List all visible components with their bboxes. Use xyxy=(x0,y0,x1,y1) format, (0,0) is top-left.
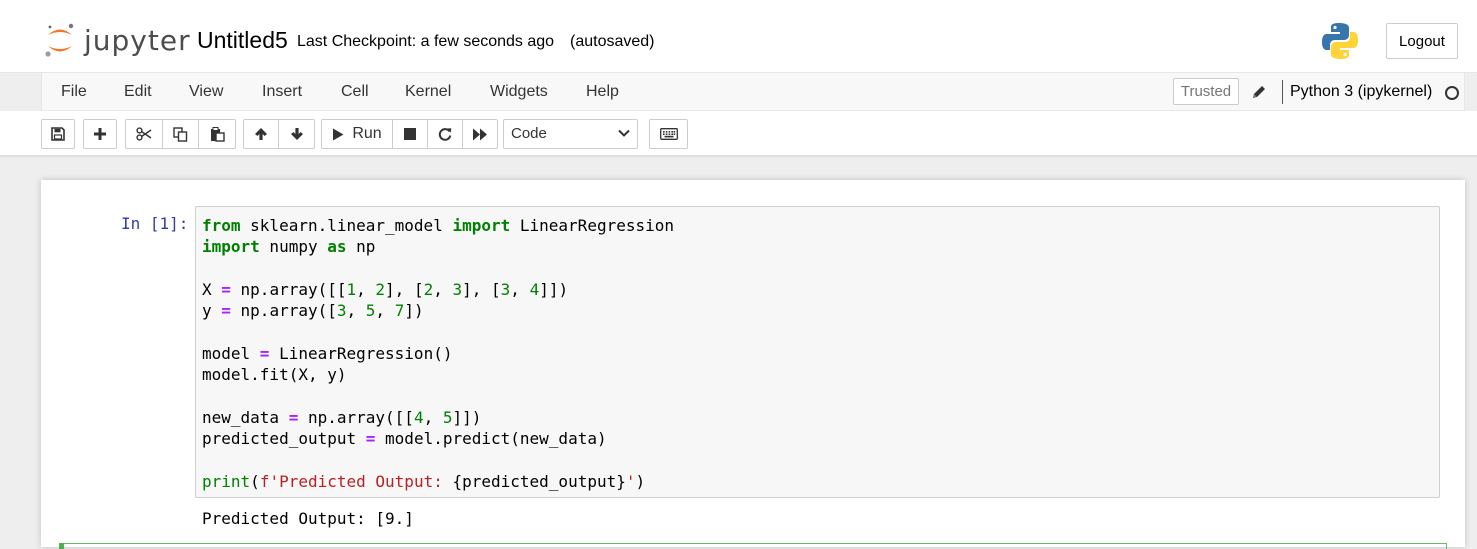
checkpoint-status: Last Checkpoint: a few seconds ago xyxy=(297,33,555,50)
code-line-5: y = np.array([3, 5, 7]) xyxy=(202,301,424,321)
notebook-name[interactable]: Untitled5 xyxy=(197,27,288,54)
header: jupyter Untitled5 Last Checkpoint: a few… xyxy=(0,0,1477,73)
code-line-2: import numpy as np xyxy=(202,237,376,257)
menu-edit[interactable]: Edit xyxy=(124,83,152,101)
cell-type-value: Code xyxy=(511,125,547,142)
stop-icon xyxy=(404,128,416,140)
chevron-down-icon xyxy=(618,129,630,137)
restart-icon xyxy=(438,128,452,141)
command-palette-button[interactable] xyxy=(649,119,688,149)
cell-type-select[interactable]: Code xyxy=(503,119,638,149)
fast-forward-icon xyxy=(473,128,487,140)
code-editor[interactable]: from sklearn.linear_model import LinearR… xyxy=(202,215,674,492)
header-shadow xyxy=(0,155,1477,158)
move-up-button[interactable] xyxy=(243,119,279,149)
move-down-button[interactable] xyxy=(278,119,315,149)
input-prompt: In [1]: xyxy=(121,214,189,233)
code-line-13: print(f'Predicted Output: {predicted_out… xyxy=(202,471,646,491)
copy-button[interactable] xyxy=(162,119,199,149)
code-line-10: new_data = np.array([[4, 5]]) xyxy=(202,407,482,427)
code-line-8: model.fit(X, y) xyxy=(202,365,347,385)
next-code-cell[interactable] xyxy=(59,543,1447,549)
menu-view[interactable]: View xyxy=(189,83,223,101)
jupyter-logo[interactable]: jupyter xyxy=(44,22,190,62)
cell-output: Predicted Output: [9.] xyxy=(202,509,414,528)
paste-icon xyxy=(210,126,225,142)
code-line-11: predicted_output = model.predict(new_dat… xyxy=(202,428,607,448)
menu-file[interactable]: File xyxy=(61,83,87,101)
code-line-1: from sklearn.linear_model import LinearR… xyxy=(202,216,675,235)
menubar: File Edit View Insert Cell Kernel Widget… xyxy=(41,72,1465,111)
code-line-7: model = LinearRegression() xyxy=(202,343,453,363)
menu-widgets[interactable]: Widgets xyxy=(490,83,548,101)
python-logo-icon xyxy=(1322,23,1358,59)
interrupt-button[interactable] xyxy=(392,119,428,149)
kernel-separator xyxy=(1282,80,1283,104)
logout-button[interactable]: Logout xyxy=(1386,23,1458,59)
menu-help[interactable]: Help xyxy=(586,83,619,101)
trusted-indicator[interactable]: Trusted xyxy=(1173,78,1239,105)
paste-button[interactable] xyxy=(198,119,236,149)
play-icon xyxy=(333,128,344,140)
arrow-down-icon xyxy=(290,128,303,140)
cut-button[interactable] xyxy=(125,119,163,149)
autosave-status: (autosaved) xyxy=(570,33,655,50)
plus-icon xyxy=(94,128,106,140)
kernel-name: Python 3 (ipykernel) xyxy=(1290,83,1433,100)
pencil-icon[interactable] xyxy=(1251,84,1267,100)
logo-text: jupyter xyxy=(84,24,191,57)
run-label: Run xyxy=(352,125,382,142)
menu-insert[interactable]: Insert xyxy=(262,83,302,101)
code-cell-input[interactable]: from sklearn.linear_model import LinearR… xyxy=(195,206,1440,498)
scissors-icon xyxy=(136,127,152,141)
menu-kernel[interactable]: Kernel xyxy=(405,83,451,101)
menu-cell[interactable]: Cell xyxy=(341,83,369,101)
keyboard-icon xyxy=(659,128,678,140)
restart-button[interactable] xyxy=(427,119,463,149)
notebook-container: In [1]: from sklearn.linear_model import… xyxy=(41,180,1465,549)
copy-icon xyxy=(173,126,188,142)
save-button[interactable] xyxy=(41,119,75,149)
kernel-status-icon xyxy=(1445,86,1459,100)
code-line-4: X = np.array([[1, 2], [2, 3], [3, 4]]) xyxy=(202,279,569,299)
restart-run-all-button[interactable] xyxy=(462,119,498,149)
arrow-up-icon xyxy=(255,128,267,140)
jupyter-logo-icon xyxy=(45,23,74,57)
toolbar: Run Code xyxy=(0,111,1477,155)
floppy-icon xyxy=(51,127,65,141)
insert-cell-button[interactable] xyxy=(83,119,117,149)
run-button[interactable]: Run xyxy=(321,119,393,149)
